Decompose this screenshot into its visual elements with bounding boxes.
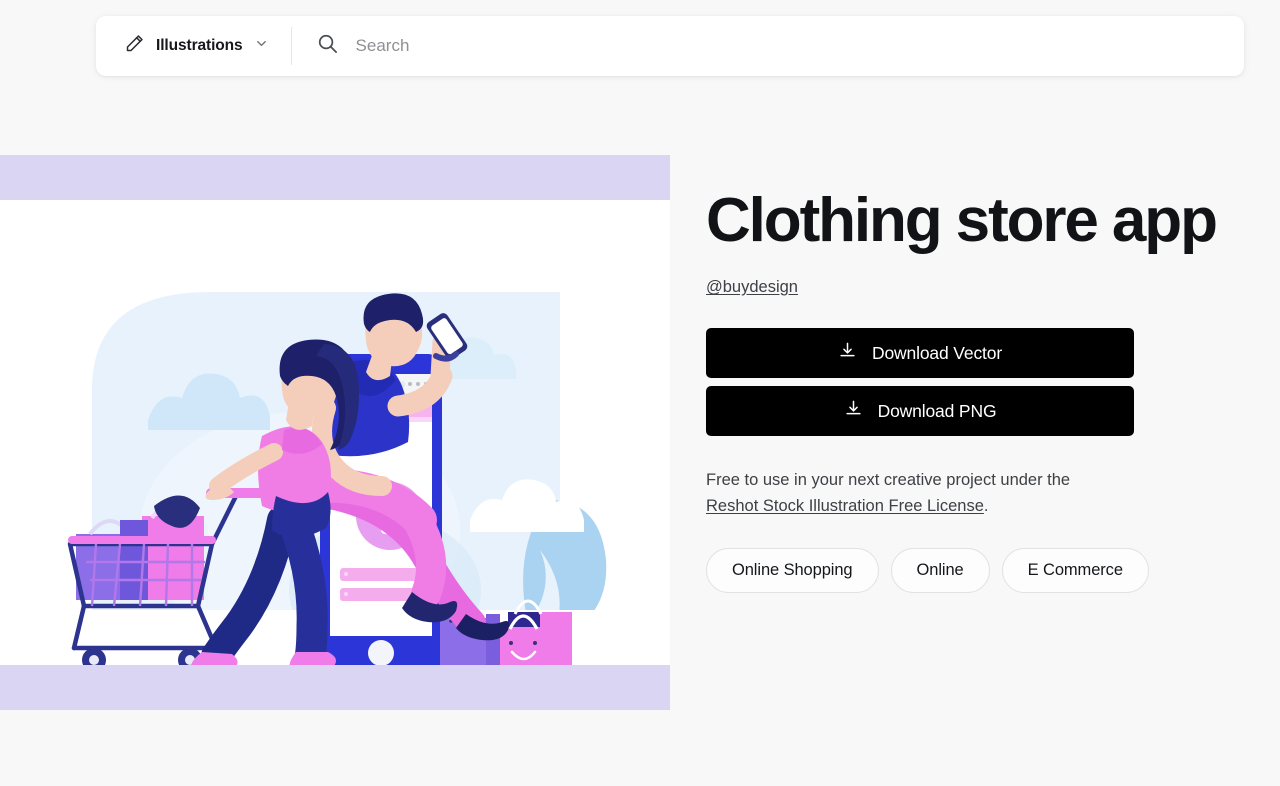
license-suffix: . xyxy=(983,497,989,516)
detail-column: Clothing store app @buydesign Download V… xyxy=(706,190,1251,593)
license-prefix: Free to use in your next creative projec… xyxy=(706,471,1071,489)
illustration-panel[interactable] xyxy=(0,155,670,710)
tag-item[interactable]: Online Shopping xyxy=(706,547,879,593)
pencil-icon xyxy=(124,33,145,59)
author-link[interactable]: @buydesign xyxy=(706,278,798,297)
tag-item[interactable]: Online xyxy=(890,547,990,593)
download-vector-label: Download Vector xyxy=(871,342,1003,363)
download-icon xyxy=(838,341,857,365)
category-label: Illustrations xyxy=(156,37,243,54)
illustration-band-bottom xyxy=(0,665,670,710)
illustration-artwork xyxy=(0,200,670,665)
license-link[interactable]: Reshot Stock Illustration Free License xyxy=(706,497,984,515)
category-selector[interactable]: Illustrations xyxy=(96,16,291,76)
search-icon xyxy=(316,32,339,60)
download-png-label: Download PNG xyxy=(877,400,997,421)
search-area xyxy=(292,16,1244,76)
search-input[interactable] xyxy=(355,16,1244,76)
download-png-button[interactable]: Download PNG xyxy=(706,386,1134,436)
chevron-down-icon[interactable] xyxy=(254,36,269,56)
tag-item[interactable]: E Commerce xyxy=(1001,547,1149,593)
tag-list: Online Shopping Online E Commerce xyxy=(706,547,1251,593)
illustration-band-top xyxy=(0,155,670,200)
license-text: Free to use in your next creative projec… xyxy=(706,467,1136,520)
download-icon xyxy=(844,399,863,423)
download-button-group: Download Vector Download PNG xyxy=(706,328,1251,436)
page-title: Clothing store app xyxy=(706,186,1218,255)
download-vector-button[interactable]: Download Vector xyxy=(706,328,1134,378)
search-bar: Illustrations xyxy=(96,16,1244,76)
